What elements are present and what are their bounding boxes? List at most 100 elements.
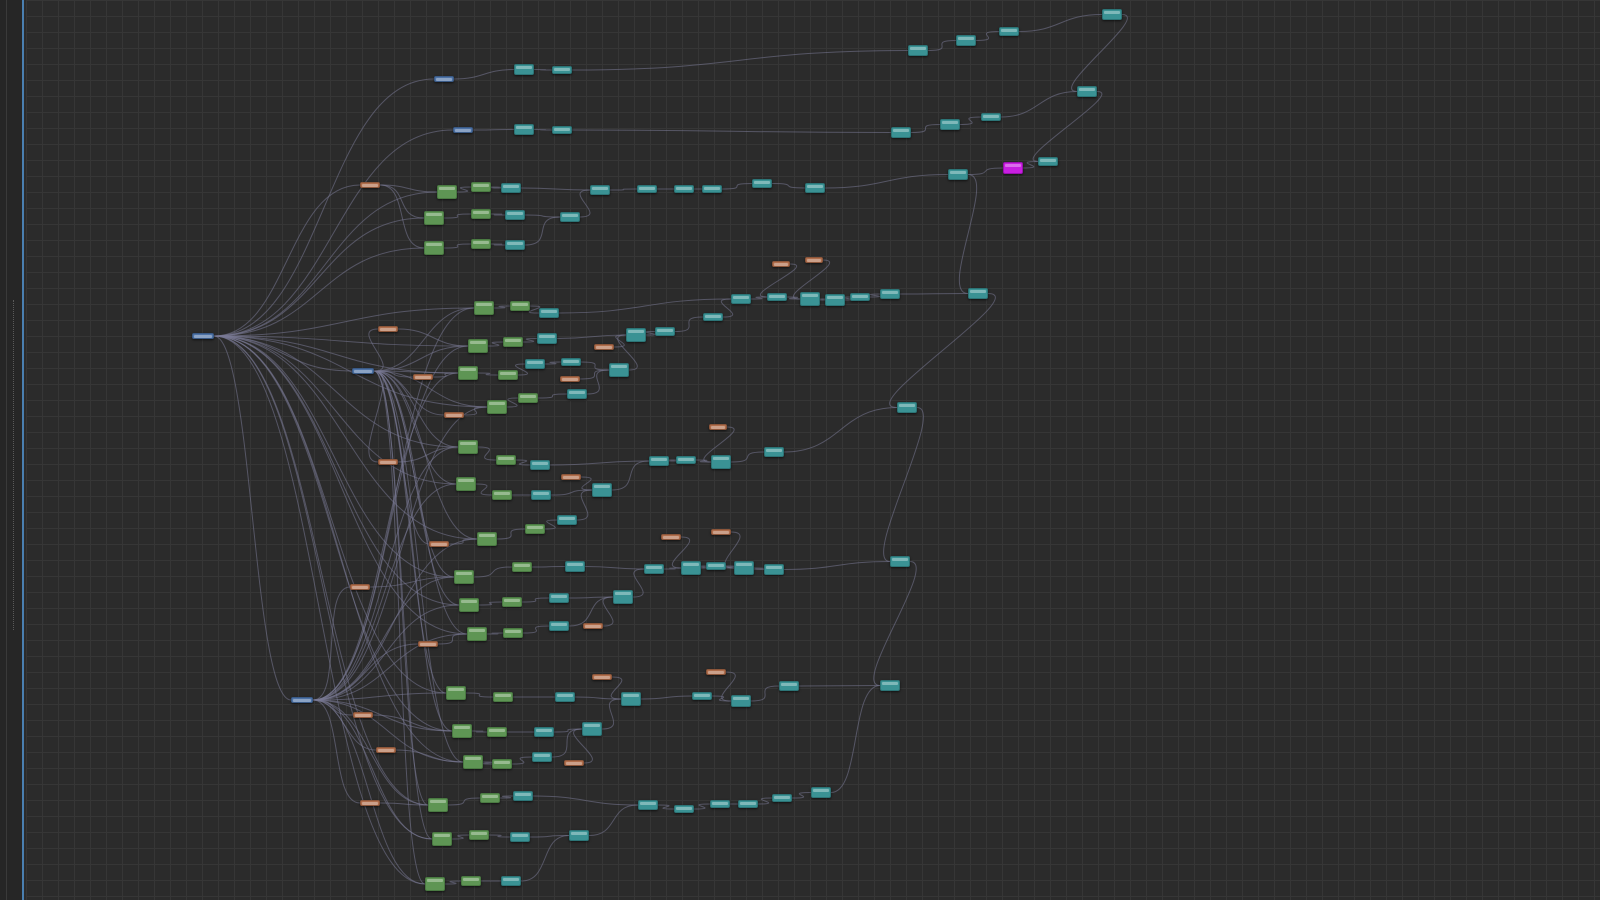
green-node[interactable] <box>471 182 491 192</box>
teal-node[interactable] <box>692 692 712 700</box>
teal-node[interactable] <box>674 185 694 193</box>
teal-node[interactable] <box>805 183 825 193</box>
green-node[interactable] <box>454 570 474 584</box>
green-node[interactable] <box>437 185 457 199</box>
teal-node[interactable] <box>590 185 610 195</box>
green-node[interactable] <box>502 597 522 607</box>
green-node[interactable] <box>425 877 445 891</box>
teal-node[interactable] <box>880 289 900 299</box>
orange-node[interactable] <box>805 257 823 263</box>
green-node[interactable] <box>456 477 476 491</box>
teal-node[interactable] <box>501 876 521 886</box>
green-node[interactable] <box>461 876 481 886</box>
teal-node[interactable] <box>703 313 723 321</box>
blue-node[interactable] <box>192 333 214 339</box>
teal-node[interactable] <box>825 294 845 306</box>
teal-node[interactable] <box>752 179 772 188</box>
green-node[interactable] <box>477 532 497 546</box>
dock-splitter-handle[interactable] <box>13 300 14 630</box>
magenta-node[interactable] <box>1003 162 1023 174</box>
green-node[interactable] <box>496 455 516 465</box>
teal-node[interactable] <box>525 359 545 369</box>
teal-node[interactable] <box>505 210 525 220</box>
green-node[interactable] <box>432 832 452 846</box>
orange-node[interactable] <box>594 344 614 350</box>
teal-node[interactable] <box>514 64 534 75</box>
green-node[interactable] <box>492 759 512 769</box>
green-node[interactable] <box>487 400 507 414</box>
green-node[interactable] <box>458 366 478 380</box>
teal-node[interactable] <box>731 294 751 304</box>
orange-node[interactable] <box>360 800 380 806</box>
green-node[interactable] <box>512 562 532 572</box>
orange-node[interactable] <box>360 182 380 188</box>
teal-node[interactable] <box>767 293 787 301</box>
green-node[interactable] <box>452 724 472 738</box>
teal-node[interactable] <box>850 293 870 301</box>
teal-node[interactable] <box>710 800 730 808</box>
teal-node[interactable] <box>555 692 575 702</box>
teal-node[interactable] <box>560 212 580 222</box>
teal-node[interactable] <box>637 185 657 193</box>
teal-node[interactable] <box>567 389 587 399</box>
teal-node[interactable] <box>731 695 751 707</box>
teal-node[interactable] <box>549 593 569 603</box>
green-node[interactable] <box>487 727 507 737</box>
orange-node[interactable] <box>709 424 727 430</box>
teal-node[interactable] <box>811 787 831 798</box>
teal-node[interactable] <box>891 127 911 138</box>
green-node[interactable] <box>467 627 487 641</box>
green-node[interactable] <box>424 241 444 255</box>
teal-node[interactable] <box>981 113 1001 121</box>
teal-node[interactable] <box>764 564 784 575</box>
teal-node[interactable] <box>532 752 552 762</box>
green-node[interactable] <box>474 301 494 315</box>
graph-canvas[interactable] <box>26 0 1600 900</box>
teal-node[interactable] <box>738 800 758 808</box>
orange-node[interactable] <box>592 674 612 680</box>
orange-node[interactable] <box>772 261 790 267</box>
green-node[interactable] <box>424 211 444 225</box>
teal-node[interactable] <box>530 460 550 470</box>
teal-node[interactable] <box>1077 86 1097 97</box>
green-node[interactable] <box>468 339 488 353</box>
green-node[interactable] <box>471 239 491 249</box>
orange-node[interactable] <box>706 669 726 675</box>
teal-node[interactable] <box>609 363 629 377</box>
teal-node[interactable] <box>501 183 521 193</box>
green-node[interactable] <box>446 686 466 700</box>
blue-node[interactable] <box>291 697 313 703</box>
green-node[interactable] <box>498 370 518 380</box>
green-node[interactable] <box>469 830 489 840</box>
teal-node[interactable] <box>999 27 1019 36</box>
orange-node[interactable] <box>353 712 373 718</box>
green-node[interactable] <box>480 793 500 803</box>
teal-node[interactable] <box>644 564 664 574</box>
orange-node[interactable] <box>564 760 584 766</box>
orange-node[interactable] <box>376 747 396 753</box>
teal-node[interactable] <box>557 515 577 525</box>
orange-node[interactable] <box>378 459 398 465</box>
teal-node[interactable] <box>531 490 551 500</box>
orange-node[interactable] <box>429 541 449 547</box>
teal-node[interactable] <box>702 185 722 193</box>
teal-node[interactable] <box>956 35 976 46</box>
teal-node[interactable] <box>734 561 754 575</box>
blue-node[interactable] <box>434 76 454 82</box>
teal-node[interactable] <box>539 308 559 318</box>
teal-node[interactable] <box>1038 157 1058 166</box>
teal-node[interactable] <box>626 328 646 342</box>
orange-node[interactable] <box>583 623 603 629</box>
teal-node[interactable] <box>513 791 533 801</box>
orange-node[interactable] <box>418 641 438 647</box>
teal-node[interactable] <box>655 327 675 336</box>
teal-node[interactable] <box>649 456 669 466</box>
teal-node[interactable] <box>800 292 820 306</box>
teal-node[interactable] <box>890 556 910 567</box>
teal-node[interactable] <box>569 830 589 841</box>
teal-node[interactable] <box>706 562 726 570</box>
teal-node[interactable] <box>592 483 612 497</box>
orange-node[interactable] <box>561 474 581 480</box>
teal-node[interactable] <box>638 800 658 810</box>
orange-node[interactable] <box>378 326 398 332</box>
